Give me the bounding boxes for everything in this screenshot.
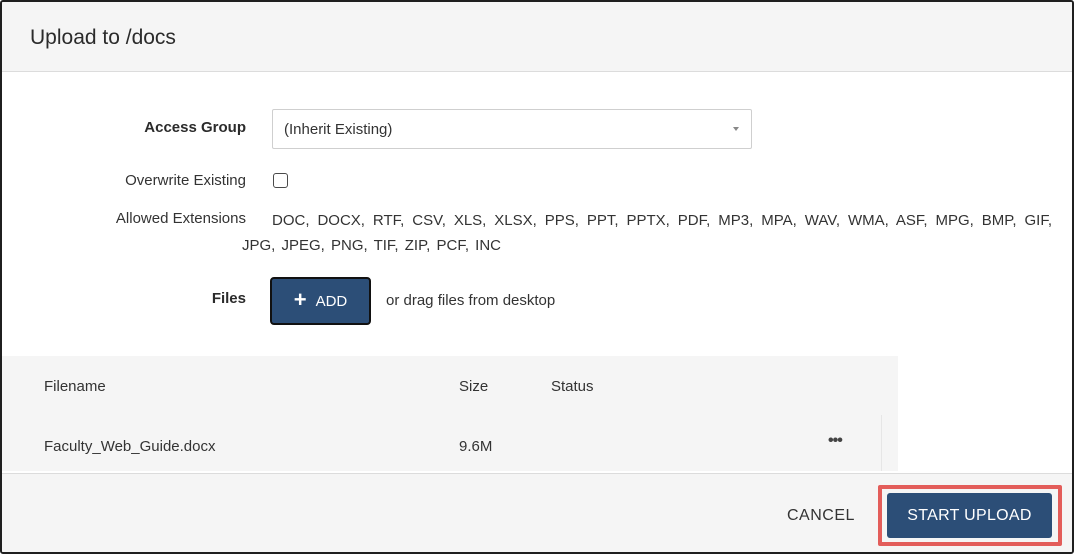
row-filename: Faculty_Web_Guide.docx (44, 438, 216, 455)
start-upload-button[interactable]: START UPLOAD (887, 493, 1052, 538)
drag-hint: or drag files from desktop (386, 292, 556, 309)
allowed-extensions-value: DOC, DOCX, RTF, CSV, XLS, XLSX, PPS, PPT… (242, 212, 1052, 254)
allowed-extensions-label: Allowed Extensions (115, 210, 246, 227)
column-header-size: Size (459, 378, 489, 395)
cancel-button[interactable]: CANCEL (787, 507, 855, 525)
overwrite-label: Overwrite Existing (125, 172, 246, 189)
chevron-down-icon (733, 127, 739, 131)
access-group-value: (Inherit Existing) (284, 121, 393, 138)
add-button-label: ADD (315, 292, 348, 310)
dialog-header: Upload to /docs (2, 2, 1072, 72)
access-group-select[interactable]: (Inherit Existing) (272, 109, 752, 149)
files-label: Files (211, 290, 246, 307)
dialog-title: Upload to /docs (30, 26, 176, 49)
row-size: 9.6M (459, 438, 493, 455)
column-header-status: Status (551, 378, 594, 395)
column-header-filename: Filename (44, 378, 106, 395)
upload-dialog: Upload to /docs Access Group (Inherit Ex… (0, 0, 1074, 554)
ellipsis-icon[interactable]: ••• (828, 432, 843, 450)
access-group-label: Access Group (144, 119, 246, 136)
overwrite-checkbox[interactable] (273, 173, 288, 188)
add-files-button[interactable]: + ADD (270, 277, 371, 325)
plus-icon: + (293, 287, 307, 312)
